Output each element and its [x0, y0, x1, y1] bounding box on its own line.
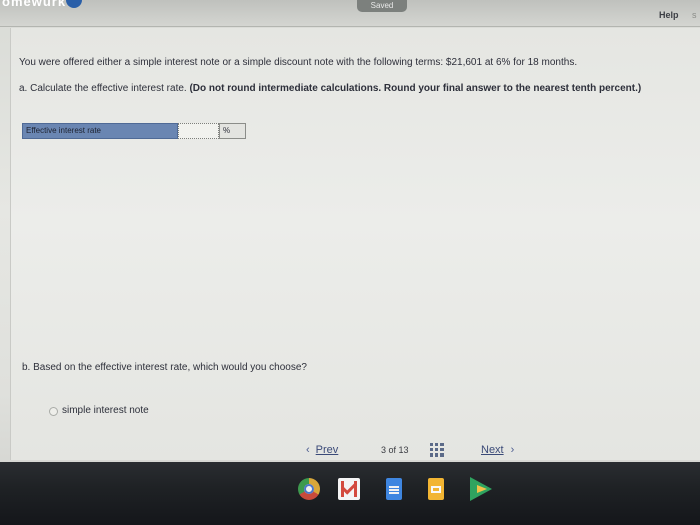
edge-text: s — [692, 10, 697, 20]
grid-icon[interactable] — [430, 443, 444, 457]
docs-icon[interactable] — [386, 478, 402, 500]
gmail-mark — [340, 478, 358, 495]
question-text: You were offered either a simple interes… — [19, 57, 578, 68]
chevron-left-icon: ‹ — [306, 444, 310, 456]
page-indicator: 3 of 13 — [381, 445, 409, 455]
radio-button[interactable] — [49, 407, 58, 416]
answer-row: Effective interest rate % — [22, 123, 246, 139]
gmail-icon[interactable] — [338, 478, 360, 500]
effective-rate-label: Effective interest rate — [22, 123, 178, 139]
info-badge-icon — [66, 0, 82, 8]
part-a-prompt: a. Calculate the effective interest rate… — [19, 82, 669, 95]
effective-rate-input[interactable] — [178, 123, 219, 139]
prev-button[interactable]: ‹ Prev — [306, 444, 338, 456]
part-b-prompt: b. Based on the effective interest rate,… — [22, 362, 307, 373]
part-a-text: a. Calculate the effective interest rate… — [19, 83, 190, 94]
app-title: omewurk — [2, 0, 67, 9]
chrome-icon[interactable] — [298, 478, 320, 500]
prev-label: Prev — [315, 444, 339, 456]
play-store-icon[interactable] — [468, 476, 494, 502]
next-button[interactable]: Next › — [481, 444, 514, 456]
saved-status-badge: Saved — [357, 0, 407, 12]
os-shelf — [0, 462, 700, 525]
help-link[interactable]: Help — [659, 10, 679, 20]
top-bar: omewurk Saved Help s — [0, 0, 700, 27]
percent-unit: % — [219, 123, 246, 139]
next-label: Next — [481, 444, 504, 456]
chevron-right-icon: › — [510, 444, 515, 456]
slides-icon[interactable] — [428, 478, 444, 500]
part-a-instruction: (Do not round intermediate calculations.… — [189, 83, 642, 94]
option-label: simple interest note — [62, 405, 149, 416]
